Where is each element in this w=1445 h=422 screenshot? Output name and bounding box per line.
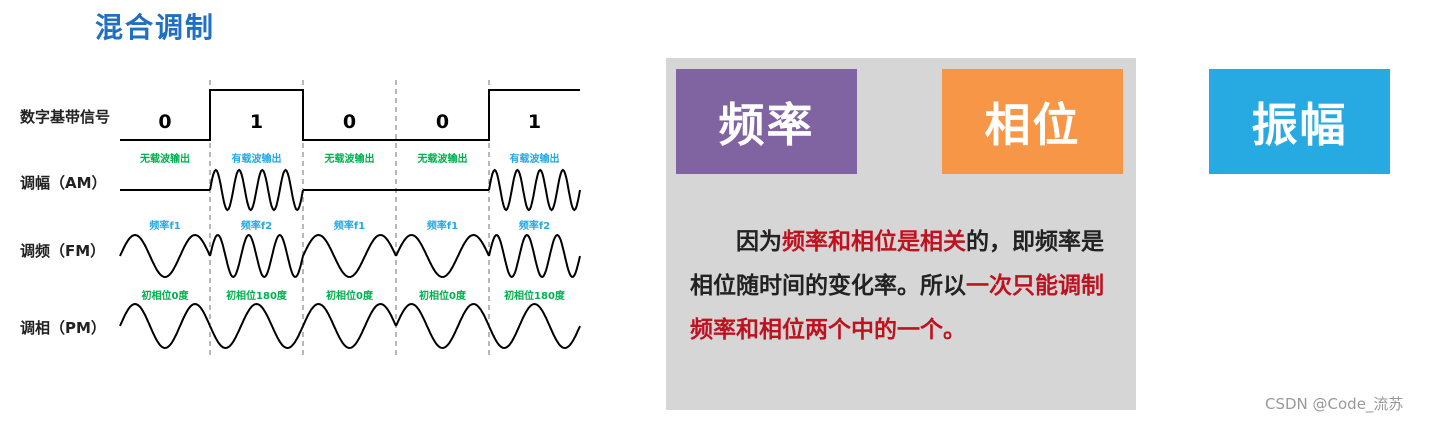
fm-label-4: 频率f1 xyxy=(427,219,458,232)
am-carrier-wave-2 xyxy=(209,168,304,212)
am-label-1: 无载波输出 xyxy=(139,152,190,165)
fm-wave-4 xyxy=(395,233,490,279)
am-label-5: 有载波输出 xyxy=(510,152,560,165)
am-label-2: 有载波输出 xyxy=(232,152,282,165)
fm-label-1: 频率f1 xyxy=(149,219,180,232)
bit-value-4: 0 xyxy=(436,111,449,133)
bit-value-2: 1 xyxy=(250,111,263,133)
pm-wave-4 xyxy=(395,302,490,350)
fm-wave-1 xyxy=(119,233,211,279)
note-part-1: 因为 xyxy=(736,229,782,255)
pm-wave-1 xyxy=(119,302,211,350)
fm-wave-2 xyxy=(209,233,304,279)
fm-wave-3 xyxy=(302,233,397,279)
pm-wave-5 xyxy=(488,302,581,350)
am-label-3: 无载波输出 xyxy=(324,152,375,165)
fm-label-3: 频率f1 xyxy=(334,219,365,232)
pm-label-2: 初相位180度 xyxy=(226,289,288,302)
am-label-4: 无载波输出 xyxy=(417,152,468,165)
card-amplitude: 振幅 xyxy=(1209,69,1390,174)
explanation-text: 因为频率和相位是相关的，即频率是相位随时间的变化率。所以一次只能调制频率和相位两… xyxy=(690,220,1120,352)
pm-label-4: 初相位0度 xyxy=(419,289,467,302)
card-frequency: 频率 xyxy=(676,69,857,174)
bit-value-5: 1 xyxy=(528,111,541,133)
bit-value-3: 0 xyxy=(343,111,356,133)
fm-label-2: 频率f2 xyxy=(241,219,272,232)
credit-watermark: CSDN @Code_流苏 xyxy=(1265,395,1404,413)
bit-value-1: 0 xyxy=(158,111,171,133)
am-carrier-wave-5 xyxy=(488,168,581,212)
modulation-diagram: 0 1 0 0 1 无载波输出 有载波输出 无载波输出 无载波输出 有载波输出频率f1 频率f2 频率… xyxy=(119,80,581,355)
pm-wave-3 xyxy=(302,302,397,350)
pm-label-1: 初相位0度 xyxy=(142,289,190,302)
fm-label-5: 频率f2 xyxy=(519,219,550,232)
pm-label-3: 初相位0度 xyxy=(326,289,374,302)
pm-label-5: 初相位180度 xyxy=(504,289,566,302)
fm-wave-5 xyxy=(488,233,581,279)
note-highlight-1: 频率和相位是相关 xyxy=(782,229,966,255)
pm-wave-2 xyxy=(209,302,304,350)
card-phase: 相位 xyxy=(942,69,1123,174)
